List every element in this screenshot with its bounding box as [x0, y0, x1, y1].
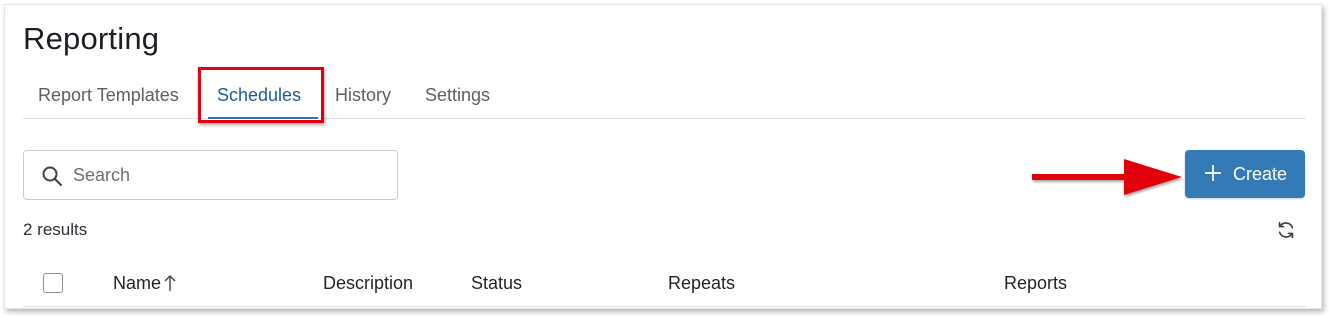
create-button[interactable]: Create — [1185, 150, 1305, 198]
column-header-repeats[interactable]: Repeats — [668, 273, 735, 294]
plus-icon — [1205, 165, 1221, 181]
tab-settings[interactable]: Settings — [425, 85, 490, 106]
search-input[interactable] — [73, 161, 383, 189]
sort-ascending-icon — [164, 275, 176, 291]
tab-history[interactable]: History — [335, 85, 391, 106]
column-name-label: Name — [113, 273, 162, 293]
column-header-description[interactable]: Description — [323, 273, 413, 294]
reporting-panel: Reporting Report Templates Schedules His… — [4, 4, 1322, 309]
table-header: Name Description Status Repeats Reports — [23, 259, 1306, 307]
column-header-status[interactable]: Status — [471, 273, 522, 294]
tab-schedules[interactable]: Schedules — [217, 85, 301, 106]
column-header-name[interactable]: Name — [113, 273, 177, 294]
create-button-label: Create — [1233, 164, 1288, 184]
page-title: Reporting — [23, 21, 160, 56]
select-all-checkbox[interactable] — [43, 273, 63, 293]
search-field[interactable] — [23, 150, 398, 200]
red-arrow-annotation — [1032, 159, 1182, 195]
column-header-reports[interactable]: Reports — [1004, 273, 1067, 294]
tab-report-templates[interactable]: Report Templates — [38, 85, 179, 106]
tab-bar: Report Templates Schedules History Setti… — [23, 73, 1306, 119]
active-tab-underline — [208, 117, 318, 119]
search-icon — [42, 166, 62, 186]
results-count: 2 results — [23, 220, 88, 239]
refresh-icon[interactable] — [1275, 219, 1297, 241]
